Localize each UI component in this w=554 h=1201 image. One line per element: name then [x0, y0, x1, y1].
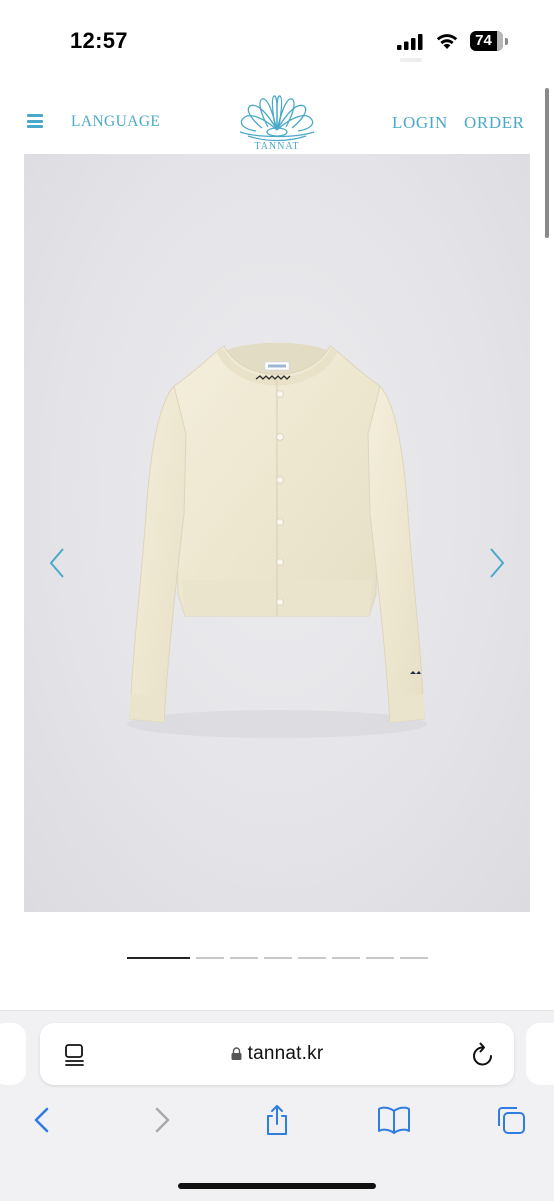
slide-indicator-8[interactable] [400, 957, 428, 959]
cardigan-photo [127, 342, 427, 738]
forward-arrow-icon[interactable] [147, 1104, 177, 1136]
tabs-icon[interactable] [495, 1104, 527, 1136]
tannat-logo[interactable]: TANNAT [238, 94, 316, 156]
browser-toolbar: tannat.kr [0, 1010, 554, 1201]
slide-indicator-1[interactable] [127, 957, 190, 959]
share-icon[interactable] [262, 1104, 292, 1136]
url-display[interactable]: tannat.kr [40, 1023, 514, 1085]
page-scrollbar[interactable] [545, 88, 549, 238]
back-arrow-icon[interactable] [28, 1104, 58, 1136]
status-time: 12:57 [70, 28, 128, 53]
slide-indicator-7[interactable] [366, 957, 394, 959]
battery-level: 74 [475, 32, 492, 49]
chevron-right-icon[interactable] [486, 546, 508, 580]
logo-text: TANNAT [254, 141, 300, 152]
next-tab-preview[interactable] [526, 1023, 554, 1085]
slide-indicator-2[interactable] [196, 957, 224, 959]
reload-icon[interactable] [471, 1041, 495, 1067]
language-link[interactable]: LANGUAGE [71, 113, 160, 131]
login-link[interactable]: LOGIN [392, 113, 448, 133]
product-image[interactable] [24, 154, 530, 912]
wifi-icon [436, 34, 458, 49]
slide-indicator-6[interactable] [332, 957, 360, 959]
bookmarks-icon[interactable] [377, 1104, 411, 1136]
slide-indicator-5[interactable] [298, 957, 326, 959]
chevron-left-icon[interactable] [46, 546, 68, 580]
address-bar[interactable]: tannat.kr [40, 1023, 514, 1085]
lock-icon [231, 1047, 242, 1060]
status-faint-mark [400, 58, 422, 62]
order-link[interactable]: ORDER [464, 113, 525, 133]
url-text: tannat.kr [247, 1043, 324, 1064]
slide-indicator-3[interactable] [230, 957, 258, 959]
slide-indicator-4[interactable] [264, 957, 292, 959]
home-indicator [178, 1183, 376, 1189]
status-bar: 12:57 74 [0, 0, 554, 80]
signal-icon [397, 34, 423, 50]
previous-tab-preview[interactable] [0, 1023, 26, 1085]
site-header: LANGUAGE TANNAT LOGIN ORDER [0, 88, 554, 154]
hamburger-menu-icon[interactable] [27, 114, 43, 128]
battery-icon: 74 [470, 31, 510, 51]
shell-logo-icon [239, 95, 315, 142]
